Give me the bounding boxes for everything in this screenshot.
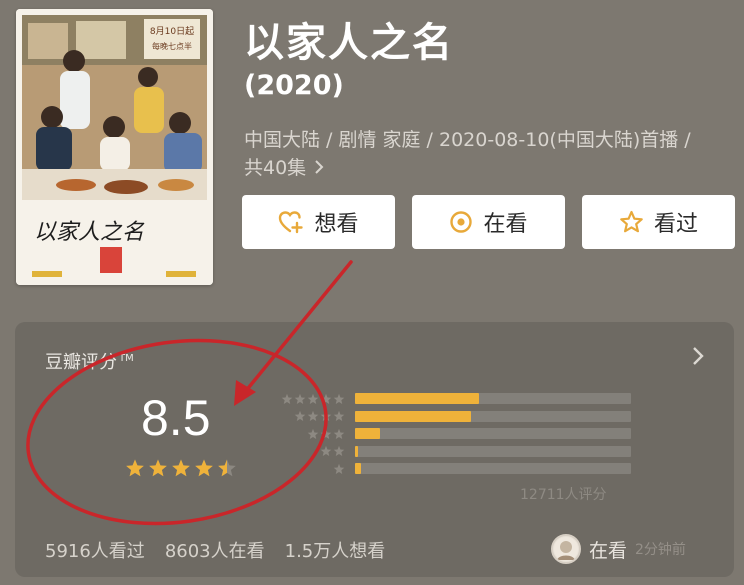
distribution-row	[267, 443, 631, 461]
show-year: (2020)	[244, 70, 344, 101]
show-meta-line2: 共40集	[244, 157, 307, 179]
distribution-bar-fill	[355, 428, 380, 440]
distribution-bar-fill	[355, 463, 361, 475]
star-icon	[320, 428, 332, 439]
distribution-bar-fill	[355, 445, 358, 457]
star-icon	[307, 428, 319, 439]
star-icon	[126, 459, 144, 477]
want-to-watch-label: 想看	[314, 212, 359, 237]
want-to-watch-button[interactable]: 想看	[242, 195, 395, 249]
rating-trademark: TM	[119, 353, 134, 364]
distribution-bar	[355, 410, 631, 422]
friend-status[interactable]: 在看 2分钟前	[551, 534, 686, 564]
distribution-bar	[355, 428, 631, 440]
star-icon	[172, 459, 190, 477]
poster-date-tag-line1: 8月10日起	[150, 26, 194, 37]
star-icon	[294, 393, 306, 404]
status-label: 在看	[589, 539, 628, 562]
rating-score: 8.5	[141, 390, 211, 446]
star-icon	[307, 411, 319, 422]
chevron-right-icon	[314, 157, 324, 179]
star-icon	[333, 446, 345, 457]
heart-plus-icon	[278, 210, 304, 234]
distribution-stars	[267, 463, 345, 475]
star-icon	[320, 393, 332, 404]
poster-artwork: 8月10日起 每晚七点半 以家人之名	[16, 9, 213, 285]
status-time: 2分钟前	[635, 542, 686, 558]
star-icon	[307, 393, 319, 404]
star-icon	[281, 393, 293, 404]
target-circle-icon	[449, 210, 473, 234]
star-icon	[320, 446, 332, 457]
show-meta-line1: 中国大陆 / 剧情 家庭 / 2020-08-10(中国大陆)首播 /	[244, 129, 691, 151]
stat-want[interactable]: 1.5万人想看	[285, 537, 386, 563]
star-icon	[149, 459, 167, 477]
distribution-bar	[355, 393, 631, 405]
distribution-row	[267, 425, 631, 443]
star-outline-icon	[619, 210, 644, 234]
watch-stats: 5916人看过 8603人在看 1.5万人想看	[45, 537, 385, 563]
distribution-bar	[355, 463, 631, 475]
distribution-row	[267, 460, 631, 478]
star-icon	[333, 428, 345, 439]
star-icon	[218, 459, 236, 477]
show-meta[interactable]: 中国大陆 / 剧情 家庭 / 2020-08-10(中国大陆)首播 / 共40集	[244, 126, 724, 182]
star-icon	[320, 411, 332, 422]
watching-button[interactable]: 在看	[412, 195, 565, 249]
distribution-bar-fill	[355, 410, 471, 422]
star-icon	[294, 411, 306, 422]
rating-distribution	[267, 390, 631, 478]
rating-count: 12711人评分	[520, 487, 607, 503]
chevron-right-icon[interactable]	[692, 346, 704, 370]
avatar	[551, 534, 581, 564]
stat-watched[interactable]: 5916人看过	[45, 537, 145, 563]
distribution-row	[267, 390, 631, 408]
star-icon	[333, 411, 345, 422]
distribution-stars	[267, 393, 345, 405]
distribution-row	[267, 408, 631, 426]
distribution-stars	[267, 410, 345, 422]
distribution-bar	[355, 445, 631, 457]
poster-image[interactable]: 8月10日起 每晚七点半 以家人之名	[16, 9, 213, 285]
watched-button[interactable]: 看过	[582, 195, 735, 249]
show-title: 以家人之名	[244, 20, 454, 66]
watching-label: 在看	[483, 212, 528, 237]
star-icon	[333, 463, 345, 474]
distribution-stars	[267, 445, 345, 457]
distribution-stars	[267, 428, 345, 440]
rating-label: 豆瓣评分 TM	[45, 348, 134, 374]
poster-calligraphy-title: 以家人之名	[34, 220, 145, 245]
rating-label-text: 豆瓣评分	[45, 352, 117, 373]
distribution-bar-fill	[355, 393, 480, 405]
poster-date-tag-line2: 每晚七点半	[152, 41, 192, 51]
rating-stars	[125, 458, 237, 478]
rating-card[interactable]: 豆瓣评分 TM 8.5 12711人评分 5916人看过 8603人在看 1.5万…	[15, 322, 734, 577]
star-icon	[195, 459, 213, 477]
stat-watching[interactable]: 8603人在看	[165, 537, 265, 563]
watched-label: 看过	[653, 212, 698, 237]
star-icon	[333, 393, 345, 404]
show-meta-line2-wrap: 共40集	[244, 154, 724, 182]
action-buttons: 想看 在看 看过	[242, 195, 735, 249]
